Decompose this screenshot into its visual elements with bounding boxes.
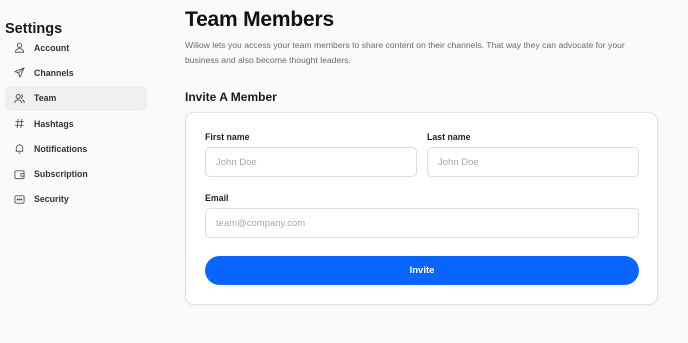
hashtag-icon	[14, 118, 25, 129]
bell-icon	[14, 143, 25, 155]
sidebar-item-subscription[interactable]: Subscription	[5, 161, 147, 186]
sidebar-item-label: Team	[34, 93, 57, 104]
settings-sidebar: Settings Account Channels Team Hashtags …	[0, 0, 160, 343]
sidebar-item-security[interactable]: Security	[5, 187, 147, 212]
sidebar-item-team[interactable]: Team	[5, 85, 147, 111]
settings-nav: Account Channels Team Hashtags Notificat…	[5, 35, 147, 212]
first-name-input[interactable]	[205, 147, 417, 177]
sidebar-item-label: Security	[34, 194, 69, 205]
page-description: Willow lets you access your team members…	[185, 40, 625, 65]
sidebar-item-channels[interactable]: Channels	[5, 60, 147, 85]
users-icon	[14, 93, 25, 104]
last-name-input[interactable]	[427, 147, 639, 177]
first-name-label: First name	[205, 132, 250, 142]
sidebar-item-label: Notifications	[34, 143, 88, 154]
send-icon	[14, 67, 25, 78]
invite-form-card: First name Last name Email Invite	[185, 112, 658, 305]
email-label: Email	[205, 193, 229, 203]
wallet-icon	[14, 169, 25, 180]
last-name-label: Last name	[427, 132, 471, 142]
sidebar-item-notifications[interactable]: Notifications	[5, 136, 147, 161]
sidebar-item-label: Hashtags	[34, 118, 74, 129]
sidebar-item-hashtags[interactable]: Hashtags	[5, 111, 147, 136]
page-title: Team Members	[185, 8, 334, 31]
sidebar-item-label: Channels	[34, 67, 74, 78]
sidebar-item-label: Account	[34, 42, 70, 53]
sidebar-item-label: Subscription	[34, 169, 88, 180]
sidebar-item-account[interactable]: Account	[5, 35, 147, 60]
password-icon	[14, 194, 25, 205]
user-icon	[14, 42, 25, 53]
invite-section-title: Invite A Member	[185, 90, 277, 104]
invite-button[interactable]: Invite	[205, 256, 639, 285]
email-input[interactable]	[205, 208, 639, 238]
